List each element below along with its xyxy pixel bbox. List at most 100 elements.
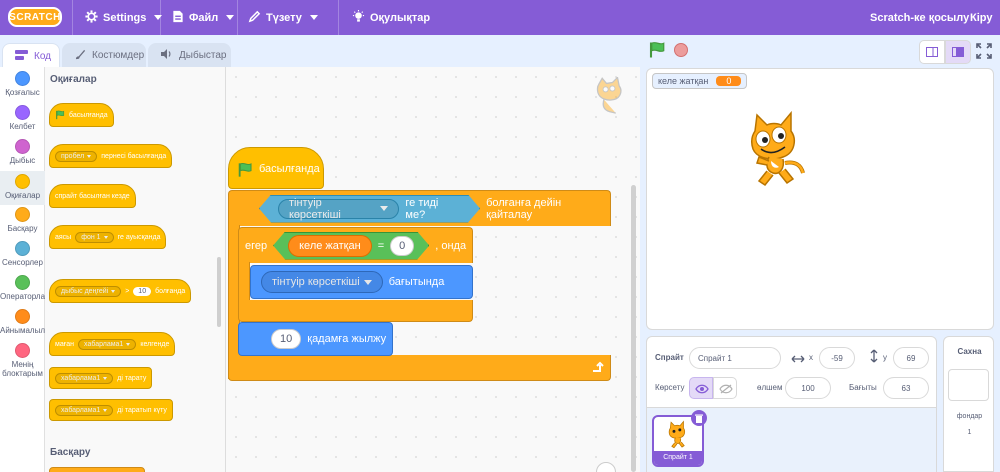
block-text: , онда bbox=[435, 239, 467, 252]
events-dot-icon bbox=[15, 174, 30, 189]
size-label: өлшем bbox=[757, 383, 783, 392]
script-area[interactable]: басылғанда тінтуір көрсеткіші ге тиді ме… bbox=[226, 67, 640, 472]
backdrop-dropdown[interactable]: фон 1 bbox=[75, 231, 114, 243]
sprite-name-input[interactable]: Спрайт 1 bbox=[689, 347, 781, 369]
palette-when-key-pressed[interactable]: пробел пернесі басылғанда bbox=[49, 144, 173, 168]
edit-menu[interactable]: Түзету bbox=[248, 0, 318, 35]
palette-broadcast[interactable]: хабарлама1 ді тарату bbox=[49, 367, 153, 389]
variable-reporter[interactable]: келе жатқан bbox=[288, 235, 372, 257]
equals-operator[interactable]: келе жатқан = 0 bbox=[273, 232, 429, 260]
settings-label: Settings bbox=[103, 11, 147, 24]
move-steps-input[interactable]: 10 bbox=[271, 329, 302, 349]
dropdown-value: тінтуір көрсеткіші bbox=[272, 276, 360, 288]
tab-costumes[interactable]: Костюмдер bbox=[62, 43, 146, 67]
show-sprite-button[interactable] bbox=[689, 377, 713, 399]
sign-in-link[interactable]: Кіру bbox=[970, 0, 992, 35]
category-label: Оқиғалар bbox=[4, 191, 41, 200]
y-position-input[interactable]: 69 bbox=[893, 347, 929, 369]
settings-menu[interactable]: Settings bbox=[85, 0, 163, 35]
hide-sprite-button[interactable] bbox=[713, 377, 737, 399]
fullscreen-button[interactable] bbox=[976, 43, 992, 64]
green-flag-icon bbox=[56, 110, 65, 120]
category-label: Операторлар bbox=[0, 292, 50, 301]
category-my-blocks[interactable]: Менің блоктарым bbox=[0, 343, 45, 378]
point-towards-block[interactable]: тінтуір көрсеткіші бағытында bbox=[250, 265, 473, 299]
palette-broadcast-and-wait[interactable]: хабарлама1 ді таратып күту bbox=[49, 399, 173, 421]
block-text: басылғанда bbox=[69, 111, 108, 119]
sprite-info-pane: Спрайт Спрайт 1 x -59 y 69 Көрсету өлшем… bbox=[646, 336, 937, 472]
dropdown-value: фон 1 bbox=[81, 233, 101, 241]
palette-when-i-receive[interactable]: маған хабарлама1 келгенде bbox=[49, 332, 176, 356]
eye-slash-icon bbox=[719, 384, 733, 394]
backdrop-thumbnail[interactable] bbox=[948, 369, 989, 401]
palette-when-sprite-clicked[interactable]: спрайт басылған кезде bbox=[49, 184, 136, 208]
direction-label: Бағыты bbox=[849, 383, 877, 392]
control-dot-icon bbox=[15, 207, 30, 222]
my-blocks-dot-icon bbox=[15, 343, 30, 358]
tab-sounds[interactable]: Дыбыстар bbox=[148, 43, 231, 67]
category-variables[interactable]: Айнымалылар bbox=[0, 309, 45, 335]
delete-sprite-button[interactable] bbox=[691, 410, 707, 426]
block-text: бағытында bbox=[388, 276, 445, 288]
palette-when-loudness-greater[interactable]: дыбыс деңгейі > 10 болғанда bbox=[49, 279, 192, 303]
category-events[interactable]: Оқиғалар bbox=[0, 171, 45, 205]
category-label: Келбет bbox=[9, 122, 36, 131]
loudness-value-input[interactable]: 10 bbox=[133, 286, 152, 296]
block-text: ді тарату bbox=[117, 374, 147, 382]
stage-selector-pane[interactable]: Сахна фондар 1 bbox=[943, 336, 994, 472]
when-flag-clicked-block[interactable]: басылғанда bbox=[228, 147, 324, 189]
category-control[interactable]: Басқару bbox=[0, 207, 45, 233]
stage-canvas[interactable]: келе жатқан 0 bbox=[646, 68, 994, 330]
block-text: болғанға дейін қайталау bbox=[486, 196, 562, 221]
join-scratch-link[interactable]: Scratch-ке қосылу bbox=[870, 0, 969, 35]
stop-button[interactable] bbox=[674, 43, 688, 57]
palette-scrollbar[interactable] bbox=[217, 257, 221, 327]
speaker-icon bbox=[161, 49, 173, 62]
message-dropdown[interactable]: хабарлама1 bbox=[78, 338, 137, 350]
dropdown-value: хабарлама1 bbox=[61, 374, 101, 382]
category-sensing[interactable]: Сенсорлер bbox=[0, 241, 45, 267]
size-input[interactable]: 100 bbox=[785, 377, 831, 399]
category-operators[interactable]: Операторлар bbox=[0, 275, 50, 301]
category-sound[interactable]: Дыбыс bbox=[0, 139, 45, 165]
category-motion[interactable]: Қозғалыс bbox=[0, 71, 45, 97]
message-dropdown[interactable]: хабарлама1 bbox=[55, 372, 114, 384]
palette-when-backdrop-switches[interactable]: аясы фон 1 ге ауысқанда bbox=[49, 225, 167, 249]
direction-input[interactable]: 63 bbox=[883, 377, 929, 399]
equals-value-input[interactable]: 0 bbox=[390, 236, 414, 256]
repeat-until-block[interactable]: тінтуір көрсеткіші ге тиді ме? болғанға … bbox=[228, 190, 611, 226]
tab-code[interactable]: Код bbox=[2, 43, 60, 68]
category-looks[interactable]: Келбет bbox=[0, 105, 45, 131]
if-block-bottom bbox=[238, 300, 473, 322]
touching-dropdown[interactable]: тінтуір көрсеткіші bbox=[278, 199, 399, 219]
touching-mouse-pointer-reporter[interactable]: тінтуір көрсеткіші ге тиді ме? bbox=[259, 195, 480, 223]
block-text: пернесі басылғанда bbox=[101, 152, 167, 160]
palette-when-flag-clicked[interactable]: басылғанда bbox=[49, 103, 114, 127]
code-icon bbox=[15, 49, 28, 63]
tutorials-menu[interactable]: Оқулықтар bbox=[352, 0, 430, 35]
repeat-block-bottom bbox=[228, 355, 611, 381]
category-label: Сенсорлер bbox=[2, 258, 43, 267]
loudness-dropdown[interactable]: дыбыс деңгейі bbox=[55, 285, 122, 297]
variable-monitor[interactable]: келе жатқан 0 bbox=[652, 73, 748, 89]
small-stage-button[interactable] bbox=[919, 40, 945, 64]
move-steps-block[interactable]: 10 қадамға жылжу bbox=[238, 322, 393, 356]
palette-control-block[interactable] bbox=[49, 467, 145, 472]
large-stage-button[interactable] bbox=[945, 40, 971, 64]
zoom-in-button[interactable] bbox=[596, 462, 616, 472]
lightbulb-icon bbox=[352, 9, 365, 26]
category-label: Басқару bbox=[7, 224, 38, 233]
green-flag-icon bbox=[649, 42, 665, 58]
key-dropdown[interactable]: пробел bbox=[55, 150, 98, 162]
small-stage-icon bbox=[926, 47, 938, 57]
green-flag-button[interactable] bbox=[648, 41, 666, 64]
if-then-block[interactable]: егер келе жатқан = 0 , онда bbox=[238, 227, 473, 263]
message-dropdown[interactable]: хабарлама1 bbox=[55, 404, 114, 416]
x-position-input[interactable]: -59 bbox=[819, 347, 855, 369]
scratch-logo[interactable]: SCRATCH bbox=[8, 7, 62, 27]
cat-sprite[interactable] bbox=[745, 109, 807, 196]
palette-control-title: Басқару bbox=[50, 447, 91, 458]
script-scrollbar[interactable] bbox=[631, 185, 636, 472]
point-towards-dropdown[interactable]: тінтуір көрсеткіші bbox=[261, 271, 383, 293]
file-menu[interactable]: Файл bbox=[172, 0, 235, 35]
